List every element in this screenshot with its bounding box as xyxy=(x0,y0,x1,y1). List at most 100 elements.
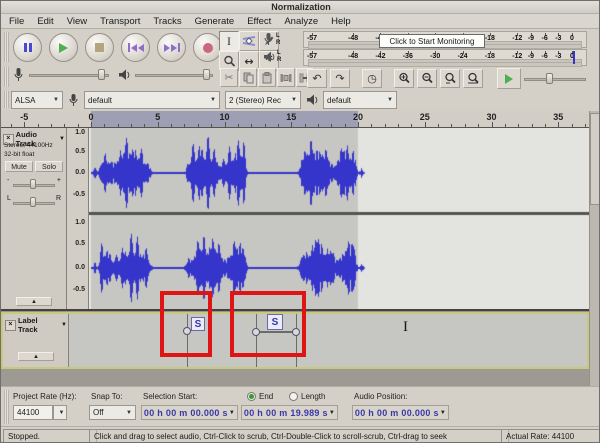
skip-to-start-button[interactable] xyxy=(121,33,150,62)
snap-to-select[interactable]: Off▼ xyxy=(89,405,136,420)
meter-bar xyxy=(308,62,582,67)
output-volume-slider[interactable] xyxy=(135,68,213,82)
fit-project-button[interactable] xyxy=(463,69,483,88)
menu-effect[interactable]: Effect xyxy=(247,16,271,27)
collapse-track-button[interactable]: ▲ xyxy=(18,352,54,361)
solo-button[interactable]: Solo xyxy=(35,161,63,172)
audio-position-field[interactable]: 00 h 00 m 00.000 s▼ xyxy=(352,405,449,420)
ruler-tick xyxy=(171,124,172,127)
track-menu-button[interactable]: ▼ xyxy=(61,322,67,328)
transport-toolbar-grip[interactable] xyxy=(4,32,9,62)
window-titlebar[interactable]: Normalization xyxy=(1,1,600,14)
project-rate-label: Project Rate (Hz): xyxy=(13,392,77,401)
menu-analyze[interactable]: Analyze xyxy=(284,16,318,27)
microphone-icon xyxy=(68,93,79,108)
chevron-down-icon: ▼ xyxy=(126,410,132,416)
ruler-tick xyxy=(411,124,412,127)
menu-help[interactable]: Help xyxy=(331,16,351,27)
audio-position-label: Audio Position: xyxy=(354,392,407,401)
horizontal-scrollbar-area[interactable] xyxy=(1,369,589,386)
scale-label: 1.0 xyxy=(75,129,85,136)
ruler-tick-label: 5 xyxy=(155,112,160,122)
fit-selection-button[interactable] xyxy=(440,69,460,88)
selection-start-field[interactable]: 00 h 00 m 00.000 s▼ xyxy=(141,405,238,420)
collapse-track-button[interactable]: ▲ xyxy=(16,297,52,306)
trim-button[interactable] xyxy=(277,68,295,87)
menu-tracks[interactable]: Tracks xyxy=(153,16,181,27)
playback-speed-slider[interactable] xyxy=(524,72,586,86)
recording-channels-select[interactable]: 2 (Stereo) Rec▼ xyxy=(225,91,301,109)
input-volume-slider[interactable] xyxy=(29,68,109,82)
end-radio[interactable] xyxy=(247,392,256,401)
ruler-tick xyxy=(251,124,252,127)
record-button[interactable] xyxy=(193,33,222,62)
close-track-button[interactable]: × xyxy=(5,320,16,331)
monitoring-tooltip[interactable]: Click to Start Monitoring xyxy=(379,34,485,48)
ruler-tick xyxy=(518,124,519,127)
zoom-in-button[interactable] xyxy=(394,69,414,88)
ibeam-icon: I xyxy=(227,34,231,49)
vertical-ruler[interactable]: 1.0 0.5 0.0 -0.5 1.0 0.5 0.0 -0.5 xyxy=(67,128,89,309)
ruler-tick-label: 15 xyxy=(286,112,296,122)
length-radio[interactable] xyxy=(289,392,298,401)
cut-button[interactable]: ✂ xyxy=(220,68,238,87)
menu-generate[interactable]: Generate xyxy=(195,16,235,27)
track-menu-button[interactable]: ▼ xyxy=(59,136,65,142)
ruler-tick xyxy=(358,122,359,127)
label-track-header: × Label Track ▼ xyxy=(5,316,67,334)
project-rate-value[interactable]: 44100 xyxy=(13,405,53,420)
length-radio-label[interactable]: Length xyxy=(301,392,325,401)
menu-view[interactable]: View xyxy=(67,16,87,27)
waveform-display[interactable] xyxy=(89,128,589,309)
chevron-down-icon: ▼ xyxy=(387,97,393,103)
menu-edit[interactable]: Edit xyxy=(37,16,53,27)
skip-to-end-button[interactable] xyxy=(157,33,186,62)
chevron-down-icon: ▼ xyxy=(291,97,297,103)
pan-slider[interactable]: L R xyxy=(5,194,63,210)
record-meter-icon-group: LR xyxy=(263,32,280,47)
mixer-toolbar-grip[interactable] xyxy=(4,67,9,87)
audio-track-control-panel: × Audio Track ▼ Stereo, 44100Hz 32-bit f… xyxy=(1,128,67,309)
redo-button[interactable]: ↷ xyxy=(330,69,350,88)
zoom-out-icon xyxy=(421,72,434,85)
copy-button[interactable] xyxy=(239,68,257,87)
menu-transport[interactable]: Transport xyxy=(100,16,140,27)
ruler-tick xyxy=(118,124,119,127)
envelope-tool-button[interactable] xyxy=(239,31,259,51)
status-bar: Stopped. Click and drag to select audio,… xyxy=(1,426,600,443)
mute-button[interactable]: Mute xyxy=(5,161,33,172)
device-toolbar-grip[interactable] xyxy=(4,91,9,108)
chevron-down-icon: ▼ xyxy=(440,410,446,416)
copy-icon xyxy=(243,72,254,84)
play-button[interactable] xyxy=(49,33,78,62)
annotation-box-2 xyxy=(230,291,306,357)
end-radio-label[interactable]: End xyxy=(259,392,273,401)
status-state: Stopped. xyxy=(3,429,97,443)
pause-button[interactable] xyxy=(13,33,42,62)
playback-meter[interactable]: -57-48-42-36-30-24-18-12-9-6-30 xyxy=(303,49,587,66)
vertical-scrollbar-thumb[interactable] xyxy=(590,113,600,205)
audio-host-select[interactable]: ALSA▼ xyxy=(11,91,63,109)
meter-tick-label: -12 xyxy=(512,53,522,60)
play-at-speed-button[interactable] xyxy=(497,68,521,89)
ruler-tick xyxy=(492,122,493,127)
ruler-tick-label: 0 xyxy=(88,112,93,122)
gain-slider[interactable]: - + xyxy=(5,176,63,192)
recording-device-select[interactable]: default▼ xyxy=(84,91,220,109)
menu-file[interactable]: File xyxy=(9,16,24,27)
meter-tick-label: -30 xyxy=(430,53,440,60)
project-rate-dropdown-button[interactable]: ▼ xyxy=(53,405,67,420)
playback-device-select[interactable]: default▼ xyxy=(323,91,397,109)
paste-button[interactable] xyxy=(258,68,276,87)
zoom-out-button[interactable] xyxy=(417,69,437,88)
meter-peak-line xyxy=(573,51,575,64)
timeline-ruler[interactable]: -505101520253035 xyxy=(1,111,589,128)
stop-button[interactable] xyxy=(85,33,114,62)
undo-button[interactable]: ↶ xyxy=(307,69,327,88)
selection-tool-button[interactable]: I xyxy=(219,31,239,51)
selection-toolbar-grip[interactable] xyxy=(4,390,9,424)
selection-end-field[interactable]: 00 h 00 m 19.989 s▼ xyxy=(241,405,338,420)
sync-lock-button[interactable]: ◷ xyxy=(362,69,382,88)
meter-tick-label: -9 xyxy=(528,35,534,42)
ruler-tick xyxy=(38,124,39,127)
